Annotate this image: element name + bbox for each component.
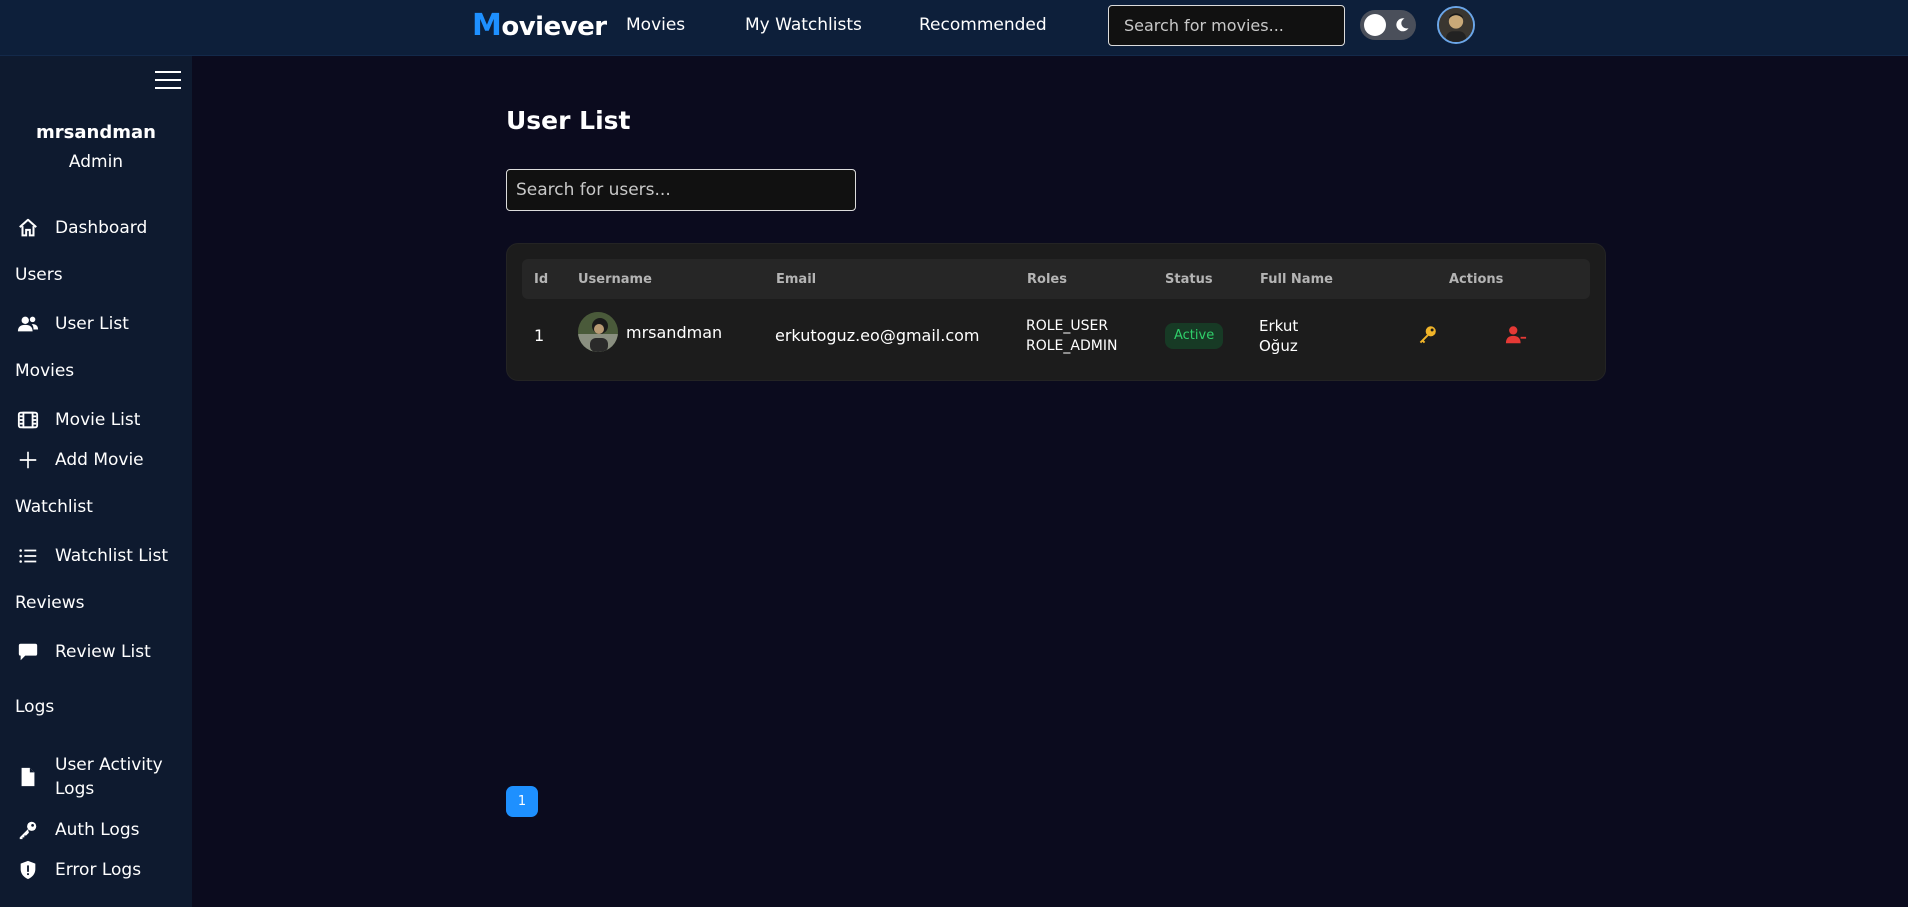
user-table: Id Username Email Roles Status Full Name… (506, 243, 1606, 381)
user-avatar (578, 312, 618, 352)
sidebar-section-reviews: Reviews (15, 593, 85, 613)
pagination-page-1[interactable]: 1 (506, 786, 538, 817)
column-header-full-name: Full Name (1260, 272, 1333, 287)
sidebar-user-name: mrsandman (36, 122, 156, 143)
key-icon (15, 819, 40, 841)
plus-icon (15, 449, 40, 471)
user-search-input[interactable] (506, 169, 856, 211)
sidebar-item-label: User Activity Logs (55, 755, 163, 799)
sidebar-section-logs: Logs (15, 697, 55, 717)
sidebar-item-label: User List (55, 314, 129, 334)
sidebar-item-movie-list[interactable]: Movie List (15, 409, 185, 431)
profile-avatar[interactable] (1437, 6, 1475, 44)
users-icon (15, 313, 40, 335)
sidebar-item-label: Review List (55, 642, 151, 662)
cell-email: erkutoguz.eo@gmail.com (775, 326, 980, 345)
column-header-email: Email (776, 272, 817, 287)
sidebar-item-error-logs[interactable]: Error Logs (15, 859, 185, 881)
avatar-photo (1439, 8, 1473, 42)
sidebar-item-label: Dashboard (55, 218, 148, 238)
cell-full-name: Erkut Oğuz (1259, 317, 1299, 355)
nav-link-my-watchlists[interactable]: My Watchlists (745, 15, 862, 35)
film-icon (15, 409, 40, 431)
file-icon (15, 766, 40, 788)
sidebar-item-auth-logs[interactable]: Auth Logs (15, 819, 185, 841)
column-header-status: Status (1165, 272, 1213, 287)
shield-icon (15, 859, 40, 881)
sidebar-item-user-list[interactable]: User List (15, 313, 185, 335)
sidebar-item-review-list[interactable]: Review List (15, 641, 185, 663)
sidebar-section-watchlist: Watchlist (15, 497, 93, 517)
moon-icon (1396, 18, 1409, 32)
top-navbar: Moviever Movies My Watchlists Recommende… (0, 0, 1908, 56)
sidebar-section-movies: Movies (15, 361, 75, 381)
sidebar-item-user-activity-logs[interactable]: User Activity Logs (15, 753, 185, 801)
sidebar-item-label: Movie List (55, 410, 141, 430)
nav-link-movies[interactable]: Movies (626, 15, 685, 35)
sidebar: mrsandman Admin Dashboard Users User Lis… (0, 56, 192, 907)
column-header-roles: Roles (1027, 272, 1067, 287)
sidebar-item-dashboard[interactable]: Dashboard (15, 217, 185, 239)
sidebar-item-label: Add Movie (55, 450, 144, 470)
sidebar-section-users: Users (15, 265, 63, 285)
nav-link-recommended[interactable]: Recommended (919, 15, 1047, 35)
movie-search-input[interactable] (1108, 5, 1345, 46)
theme-toggle[interactable] (1360, 10, 1416, 40)
hamburger-menu-icon[interactable] (155, 71, 181, 91)
sidebar-item-add-movie[interactable]: Add Movie (15, 449, 185, 471)
home-icon (15, 217, 40, 239)
cell-username: mrsandman (626, 323, 723, 342)
page-title: User List (506, 106, 631, 135)
toggle-knob (1364, 14, 1386, 36)
key-icon[interactable] (1417, 324, 1439, 346)
cell-id: 1 (534, 326, 545, 345)
sidebar-item-label: Error Logs (55, 860, 142, 880)
column-header-username: Username (578, 272, 652, 287)
sidebar-item-label: Watchlist List (55, 546, 169, 566)
sidebar-item-watchlist-list[interactable]: Watchlist List (15, 545, 185, 567)
sidebar-user-role: Admin (68, 152, 124, 172)
sidebar-item-label: Auth Logs (55, 820, 140, 840)
user-remove-icon[interactable] (1505, 324, 1527, 346)
brand-logo[interactable]: Moviever (472, 8, 607, 43)
cell-roles: ROLE_USER ROLE_ADMIN (1026, 318, 1118, 354)
list-icon (15, 545, 40, 567)
speech-bubble-icon (15, 641, 40, 663)
table-header: Id Username Email Roles Status Full Name… (522, 259, 1590, 299)
column-header-actions: Actions (1449, 272, 1504, 287)
status-badge: Active (1165, 323, 1224, 349)
column-header-id: Id (534, 272, 549, 287)
